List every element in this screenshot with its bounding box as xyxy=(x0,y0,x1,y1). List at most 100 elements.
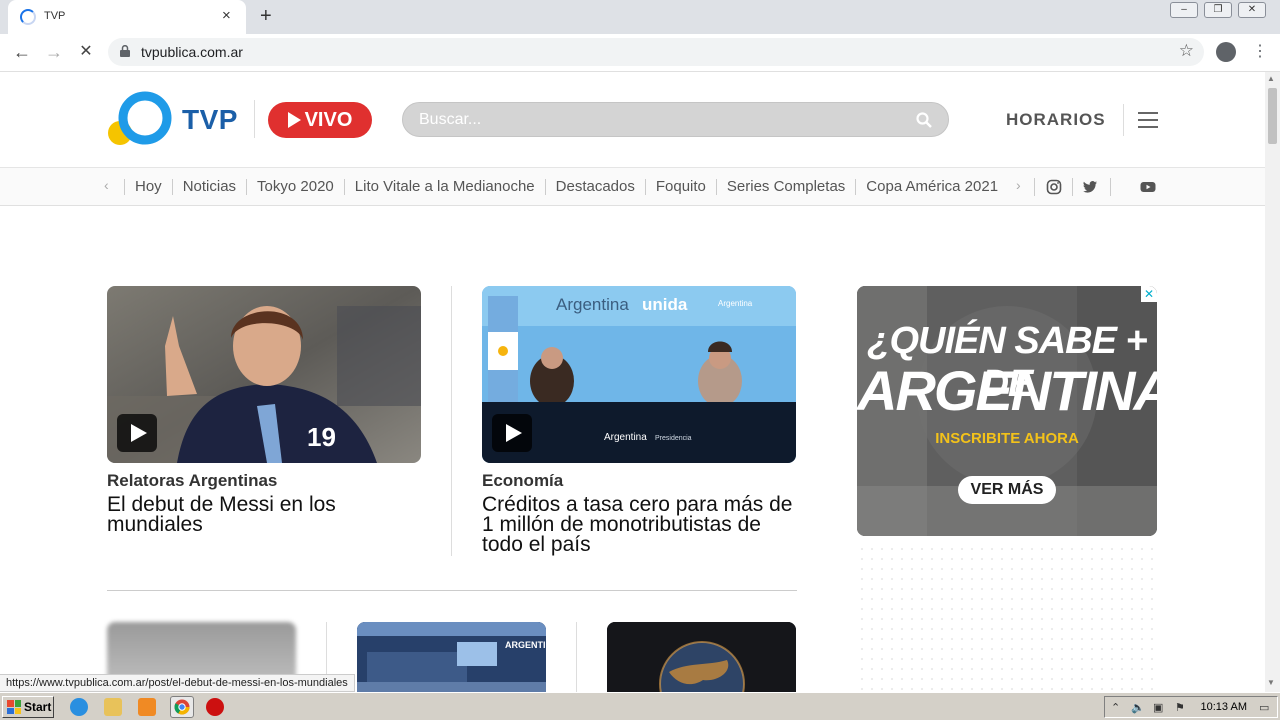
stop-button[interactable]: ✕ xyxy=(74,41,98,63)
new-tab-button[interactable]: + xyxy=(260,4,272,28)
news-card-messi[interactable]: 19 Relatoras Argentinas El debut de Mess… xyxy=(107,286,421,566)
card-title[interactable]: Créditos a tasa cero para más de 1 milló… xyxy=(482,494,796,555)
loading-spinner-icon xyxy=(20,9,36,25)
show-desktop-icon[interactable]: ▭ xyxy=(1259,701,1269,714)
windows-taskbar: Start ⌃ 🔈 ▣ ⚑ 10:13 AM ▭ xyxy=(0,692,1280,720)
card-category[interactable]: Relatoras Argentinas xyxy=(107,471,277,491)
subnav-item-hoy[interactable]: Hoy xyxy=(124,179,172,195)
browser-tabstrip: TVP × + – ❐ ✕ xyxy=(0,0,1280,34)
subnav-item-series-completas[interactable]: Series Completas xyxy=(715,179,855,195)
search-box xyxy=(402,102,949,137)
start-button[interactable]: Start xyxy=(2,696,54,718)
page-scrollbar[interactable]: ▲ ▼ xyxy=(1265,72,1280,692)
ad-ver-mas-button[interactable]: VER MÁS xyxy=(958,476,1056,504)
card-image-economia[interactable]: Argentina unida Argentina Argentina Pres… xyxy=(482,286,796,463)
browser-toolbar: ← → ✕ tvpublica.com.ar ☆ ⋮ xyxy=(0,34,1280,72)
tvp-logo[interactable]: TVP xyxy=(106,90,246,150)
start-label: Start xyxy=(24,700,52,714)
advertisement-banner[interactable]: ✕ ¿QUIÉN SABE + DE ARGENTINA? INSCRIBITE… xyxy=(857,286,1157,536)
address-bar[interactable]: tvpublica.com.ar ☆ xyxy=(108,38,1204,66)
tab-close-icon[interactable]: × xyxy=(222,7,231,25)
ad-headline-line2: ARGENTINA? xyxy=(857,359,1157,422)
card-title[interactable]: El debut de Messi en los mundiales xyxy=(107,494,421,535)
hamburger-menu-icon[interactable] xyxy=(1138,112,1158,128)
window-controls: – ❐ ✕ xyxy=(1170,2,1266,18)
desk-sublabel-text: Presidencia xyxy=(655,435,692,442)
subnav-next-icon[interactable]: › xyxy=(1016,177,1021,193)
window-restore-button[interactable]: ❐ xyxy=(1204,2,1232,18)
section-nav: ‹ Hoy Noticias Tokyo 2020 Lito Vitale a … xyxy=(0,168,1265,206)
news-thumbnail-2[interactable]: ARGENTINA xyxy=(357,622,546,692)
status-bar-url: https://www.tvpublica.com.ar/post/el-deb… xyxy=(0,674,355,692)
window-minimize-button[interactable]: – xyxy=(1170,2,1198,18)
back-button[interactable]: ← xyxy=(10,41,34,63)
ad-placeholder-pattern xyxy=(857,544,1157,692)
banner-corner-text: Argentina xyxy=(718,299,753,308)
flag-icon[interactable]: ⚑ xyxy=(1175,701,1185,714)
social-divider xyxy=(1034,178,1035,196)
scroll-thumb[interactable] xyxy=(1268,88,1277,144)
subnav-item-tokyo-2020[interactable]: Tokyo 2020 xyxy=(246,179,344,195)
desk-label-text: Argentina xyxy=(604,432,647,443)
globe-photo xyxy=(607,622,796,692)
instagram-icon[interactable] xyxy=(1046,179,1062,195)
card-category[interactable]: Economía xyxy=(482,471,563,491)
horarios-link[interactable]: HORARIOS xyxy=(1006,110,1106,130)
browser-menu-icon[interactable]: ⋮ xyxy=(1252,42,1268,62)
subnav-item-noticias[interactable]: Noticias xyxy=(171,179,246,195)
twitter-icon[interactable] xyxy=(1082,179,1098,195)
subnav-item-foquito[interactable]: Foquito xyxy=(644,179,716,195)
browser-tab-tvp[interactable]: TVP × xyxy=(8,0,246,34)
system-tray: ⌃ 🔈 ▣ ⚑ 10:13 AM ▭ xyxy=(1104,696,1278,718)
tab-title: TVP xyxy=(44,10,66,22)
chrome-icon xyxy=(174,699,190,715)
volume-icon[interactable]: 🔈 xyxy=(1131,701,1145,714)
opera-icon[interactable] xyxy=(206,698,224,716)
search-icon[interactable] xyxy=(916,112,932,128)
network-icon[interactable]: ▣ xyxy=(1153,701,1163,714)
studio-wall-text: ARGENTINA xyxy=(505,640,546,650)
youtube-icon[interactable] xyxy=(1140,179,1156,195)
vivo-button[interactable]: VIVO xyxy=(268,102,372,138)
news-card-economia[interactable]: Argentina unida Argentina Argentina Pres… xyxy=(482,286,796,576)
banner-text-argentina: Argentina xyxy=(556,295,629,314)
url-text[interactable]: tvpublica.com.ar xyxy=(141,44,243,60)
site-header: TVP VIVO HORARIOS xyxy=(0,72,1265,168)
subnav-item-destacados[interactable]: Destacados xyxy=(544,179,645,195)
social-divider xyxy=(1072,178,1073,196)
tvp-logo-icon xyxy=(108,91,172,145)
file-explorer-icon[interactable] xyxy=(104,698,122,716)
lock-icon xyxy=(120,45,130,57)
subnav-prev-icon[interactable]: ‹ xyxy=(104,177,109,193)
scroll-down-icon[interactable]: ▼ xyxy=(1267,678,1275,687)
banner-text-unida: unida xyxy=(642,295,688,314)
logo-text: TVP xyxy=(182,104,238,135)
row-divider xyxy=(107,590,797,591)
play-icon[interactable] xyxy=(492,414,532,452)
ad-cta-text: INSCRIBITE AHORA xyxy=(935,430,1079,447)
news-thumbnail-3[interactable] xyxy=(607,622,796,692)
internet-explorer-icon[interactable] xyxy=(70,698,88,716)
anyrun-watermark: ANY RUN xyxy=(1038,684,1261,692)
subnav-item-copa-america[interactable]: Copa América 2021 xyxy=(855,179,1008,195)
column-divider xyxy=(576,622,577,692)
play-icon[interactable] xyxy=(117,414,157,452)
profile-avatar-icon[interactable] xyxy=(1216,42,1236,62)
ad-close-icon[interactable]: ✕ xyxy=(1141,286,1157,302)
subnav-item-lito-vitale[interactable]: Lito Vitale a la Medianoche xyxy=(343,179,545,195)
scroll-up-icon[interactable]: ▲ xyxy=(1267,74,1275,83)
play-triangle-icon xyxy=(287,112,301,128)
window-close-button[interactable]: ✕ xyxy=(1238,2,1266,18)
clock: 10:13 AM xyxy=(1200,701,1247,713)
media-player-icon[interactable] xyxy=(138,698,156,716)
studio-photo: ARGENTINA xyxy=(357,622,546,692)
chrome-taskbar-button[interactable] xyxy=(170,696,194,718)
shirt-number-text: 19 xyxy=(307,422,336,452)
search-input[interactable] xyxy=(419,110,899,130)
windows-logo-icon xyxy=(7,700,21,714)
subnav-items: Hoy Noticias Tokyo 2020 Lito Vitale a la… xyxy=(124,168,1012,206)
forward-button[interactable]: → xyxy=(42,41,66,63)
tray-expand-icon[interactable]: ⌃ xyxy=(1111,701,1120,714)
bookmark-star-icon[interactable]: ☆ xyxy=(1179,41,1194,61)
card-image-messi[interactable]: 19 xyxy=(107,286,421,463)
